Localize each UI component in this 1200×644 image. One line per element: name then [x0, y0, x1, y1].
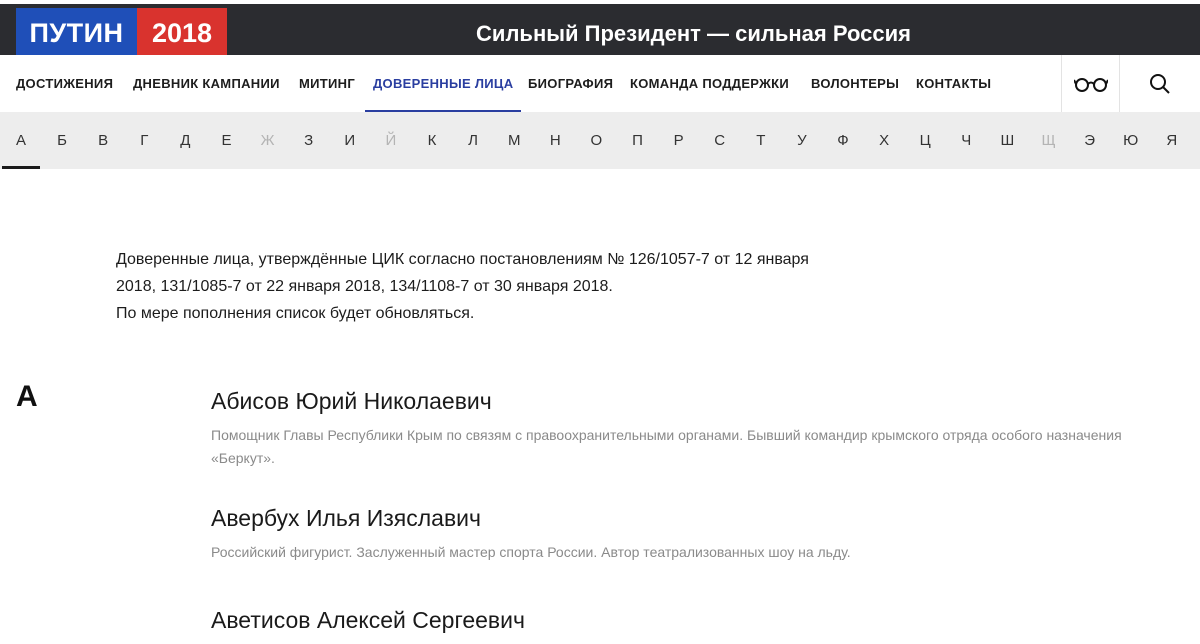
- alphabet-letter[interactable]: Д: [170, 112, 200, 169]
- top-bar: ПУТИН 2018 Сильный Президент — сильная Р…: [0, 0, 1200, 59]
- alphabet-letter[interactable]: У: [787, 112, 817, 169]
- alphabet-letter[interactable]: Ч: [951, 112, 981, 169]
- nav-item-achievements[interactable]: ДОСТИЖЕНИЯ: [16, 55, 113, 112]
- alphabet-letter[interactable]: И: [335, 112, 365, 169]
- intro-line-2: 2018, 131/1085-7 от 22 января 2018, 134/…: [116, 278, 613, 295]
- accessibility-button[interactable]: [1061, 55, 1119, 112]
- alphabet-letter[interactable]: В: [88, 112, 118, 169]
- nav-item-rally[interactable]: МИТИНГ: [299, 55, 355, 112]
- glasses-icon: [1073, 77, 1108, 92]
- nav-item-contacts[interactable]: КОНТАКТЫ: [916, 55, 991, 112]
- alphabet-letter[interactable]: Ю: [1116, 112, 1146, 169]
- selected-letter-indicator: [2, 166, 40, 169]
- alphabet-letter[interactable]: Р: [664, 112, 694, 169]
- nav-item-volunteers[interactable]: ВОЛОНТЕРЫ: [811, 55, 899, 112]
- main-nav: ДОСТИЖЕНИЯ ДНЕВНИК КАМПАНИИ МИТИНГ ДОВЕР…: [0, 55, 1200, 112]
- alphabet-letter[interactable]: Ф: [828, 112, 858, 169]
- person-entry: Аветисов Алексей Сергеевич: [211, 605, 1171, 635]
- logo-putin[interactable]: ПУТИН: [16, 8, 137, 59]
- alphabet-letter[interactable]: Э: [1075, 112, 1105, 169]
- person-name[interactable]: Авербух Илья Изяславич: [211, 503, 1171, 533]
- alphabet-letter[interactable]: М: [499, 112, 529, 169]
- person-entry: Абисов Юрий Николаевич Помощник Главы Ре…: [211, 386, 1171, 470]
- alphabet-letter[interactable]: Ц: [910, 112, 940, 169]
- intro-line-3: По мере пополнения список будет обновлят…: [116, 305, 475, 322]
- alphabet-letter[interactable]: Ш: [992, 112, 1022, 169]
- alphabet-letter[interactable]: Я: [1157, 112, 1187, 169]
- person-description: Помощник Главы Республики Крым по связям…: [211, 427, 1122, 466]
- alphabet-letter[interactable]: Т: [746, 112, 776, 169]
- person-description: Российский фигурист. Заслуженный мастер …: [211, 544, 851, 560]
- intro-text: Доверенные лица, утверждённые ЦИК соглас…: [116, 246, 916, 327]
- alphabet-letter: Ж: [260, 132, 275, 149]
- person-entry: Авербух Илья Изяславич Российский фигури…: [211, 503, 1171, 564]
- person-name[interactable]: Аветисов Алексей Сергеевич: [211, 605, 1171, 635]
- section-letter: А: [16, 380, 38, 413]
- logo-year[interactable]: 2018: [137, 8, 227, 59]
- alphabet-letter[interactable]: О: [581, 112, 611, 169]
- alphabet-letter[interactable]: К: [417, 112, 447, 169]
- alphabet-letter[interactable]: Л: [458, 112, 488, 169]
- alphabet-letter[interactable]: З: [294, 112, 324, 169]
- alphabet-letter[interactable]: Г: [129, 112, 159, 169]
- alphabet-letter[interactable]: Б: [47, 112, 77, 169]
- alphabet-letter[interactable]: Н: [540, 112, 570, 169]
- person-name[interactable]: Абисов Юрий Николаевич: [211, 386, 1171, 416]
- alphabet-letter[interactable]: А: [6, 112, 36, 169]
- alphabet-letter[interactable]: С: [705, 112, 735, 169]
- slogan: Сильный Президент — сильная Россия: [476, 20, 911, 46]
- alphabet-letter[interactable]: П: [623, 112, 653, 169]
- alphabet-filter: АБВГДЕ Ж ЗИ Й КЛМНОПРСТУФХЦЧШ Щ ЭЮЯ: [0, 112, 1200, 169]
- alphabet-letter[interactable]: Х: [869, 112, 899, 169]
- nav-item-trusted-persons[interactable]: ДОВЕРЕННЫЕ ЛИЦА: [364, 55, 522, 112]
- alphabet-letter: Щ: [1041, 132, 1056, 149]
- alphabet-letter: Й: [385, 132, 397, 149]
- nav-item-biography[interactable]: БИОГРАФИЯ: [528, 55, 613, 112]
- search-button[interactable]: [1119, 55, 1200, 112]
- intro-line-1: Доверенные лица, утверждённые ЦИК соглас…: [116, 251, 809, 268]
- nav-item-support-team[interactable]: КОМАНДА ПОДДЕРЖКИ: [630, 55, 789, 112]
- alphabet-letter[interactable]: Е: [212, 112, 242, 169]
- search-icon: [1150, 73, 1170, 94]
- nav-item-campaign-diary[interactable]: ДНЕВНИК КАМПАНИИ: [133, 55, 280, 112]
